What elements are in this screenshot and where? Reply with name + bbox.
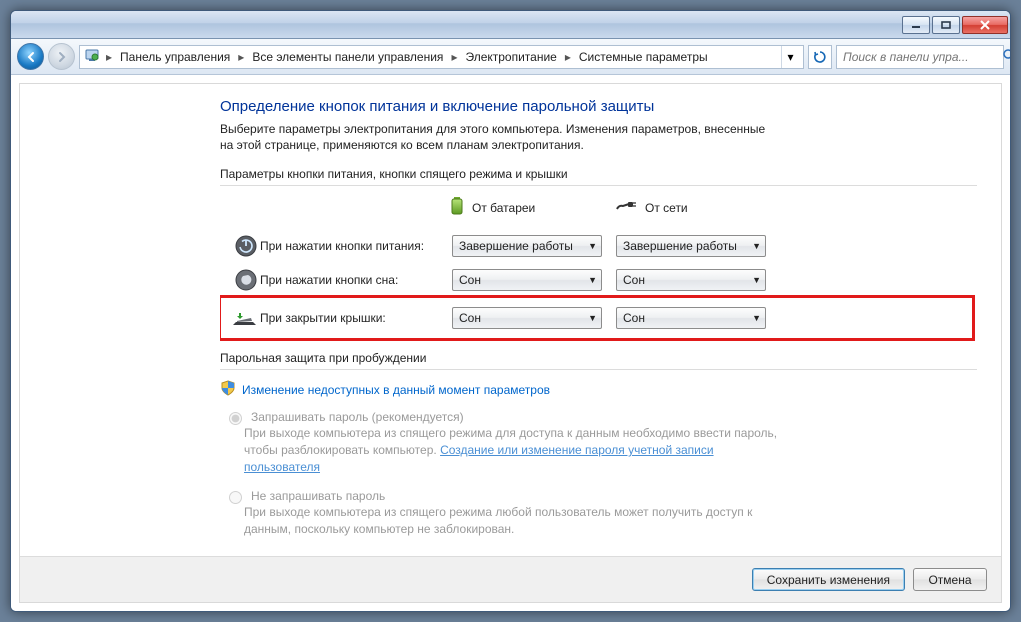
dropdown-lid-ac[interactable]: Сон▼ — [616, 307, 766, 329]
dropdown-lid-battery[interactable]: Сон▼ — [452, 307, 602, 329]
address-bar: ▸ Панель управления ▸ Все элементы панел… — [11, 39, 1010, 75]
refresh-button[interactable] — [808, 45, 832, 69]
radio-require-password — [229, 412, 242, 425]
search-icon[interactable] — [1002, 48, 1011, 65]
chevron-down-icon: ▼ — [752, 241, 761, 251]
chevron-down-icon: ▼ — [752, 275, 761, 285]
breadcrumb[interactable]: ▸ Панель управления ▸ Все элементы панел… — [79, 45, 804, 69]
chevron-right-icon: ▸ — [236, 50, 246, 64]
dropdown-sleep-ac[interactable]: Сон▼ — [616, 269, 766, 291]
setting-row-power-button: При нажатии кнопки питания: Завершение р… — [220, 229, 977, 263]
column-header-label: От батареи — [472, 201, 535, 215]
titlebar — [11, 11, 1010, 39]
dropdown-power-battery[interactable]: Завершение работы▼ — [452, 235, 602, 257]
forward-button[interactable] — [48, 43, 75, 70]
radio-description: При выходе компьютера из спящего режима … — [244, 504, 784, 538]
minimize-button[interactable] — [902, 16, 930, 34]
breadcrumb-item[interactable]: Электропитание — [459, 46, 562, 68]
radio-description: При выходе компьютера из спящего режима … — [244, 425, 784, 475]
sleep-button-icon — [232, 269, 260, 291]
page-description: Выберите параметры электропитания для эт… — [220, 121, 780, 153]
setting-row-lid-close: При закрытии крышки: Сон▼ Сон▼ — [220, 297, 973, 339]
plug-icon — [615, 199, 637, 216]
cancel-button[interactable]: Отмена — [913, 568, 987, 591]
setting-label: При нажатии кнопки питания: — [260, 239, 452, 253]
radio-no-password — [229, 491, 242, 504]
radio-label: Не запрашивать пароль — [251, 489, 385, 503]
content-area: Определение кнопок питания и включение п… — [11, 75, 1010, 611]
chevron-right-icon: ▸ — [104, 50, 114, 64]
search-box[interactable] — [836, 45, 1004, 69]
group-label-buttons: Параметры кнопки питания, кнопки спящего… — [220, 167, 977, 181]
laptop-lid-icon — [232, 309, 260, 327]
breadcrumb-item[interactable]: Системные параметры — [573, 46, 714, 68]
chevron-down-icon: ▼ — [588, 275, 597, 285]
chevron-right-icon: ▸ — [449, 50, 459, 64]
group-label-password: Парольная защита при пробуждении — [220, 351, 977, 365]
shield-icon — [220, 380, 236, 399]
control-panel-icon — [84, 47, 100, 66]
column-header-ac: От сети — [615, 196, 780, 219]
column-header-battery: От батареи — [450, 196, 615, 219]
chevron-down-icon: ▼ — [752, 313, 761, 323]
maximize-button[interactable] — [932, 16, 960, 34]
battery-icon — [450, 196, 464, 219]
breadcrumb-dropdown[interactable]: ▾ — [781, 46, 799, 68]
power-button-icon — [232, 235, 260, 257]
chevron-right-icon: ▸ — [563, 50, 573, 64]
change-unavailable-settings-link[interactable]: Изменение недоступных в данный момент па… — [242, 383, 550, 397]
save-button[interactable]: Сохранить изменения — [752, 568, 905, 591]
dropdown-power-ac[interactable]: Завершение работы▼ — [616, 235, 766, 257]
breadcrumb-item[interactable]: Все элементы панели управления — [246, 46, 449, 68]
setting-label: При нажатии кнопки сна: — [260, 273, 452, 287]
back-button[interactable] — [17, 43, 44, 70]
chevron-down-icon: ▼ — [588, 241, 597, 251]
footer-bar: Сохранить изменения Отмена — [20, 556, 1001, 602]
window-frame: ▸ Панель управления ▸ Все элементы панел… — [10, 10, 1011, 612]
radio-label: Запрашивать пароль (рекомендуется) — [251, 410, 464, 424]
search-input[interactable] — [841, 49, 1002, 65]
divider — [220, 185, 977, 186]
setting-label: При закрытии крышки: — [260, 311, 452, 325]
page-title: Определение кнопок питания и включение п… — [220, 98, 977, 115]
dropdown-sleep-battery[interactable]: Сон▼ — [452, 269, 602, 291]
chevron-down-icon: ▼ — [588, 313, 597, 323]
column-header-label: От сети — [645, 201, 688, 215]
breadcrumb-item[interactable]: Панель управления — [114, 46, 236, 68]
close-button[interactable] — [962, 16, 1008, 34]
divider — [220, 369, 977, 370]
setting-row-sleep-button: При нажатии кнопки сна: Сон▼ Сон▼ — [220, 263, 977, 297]
